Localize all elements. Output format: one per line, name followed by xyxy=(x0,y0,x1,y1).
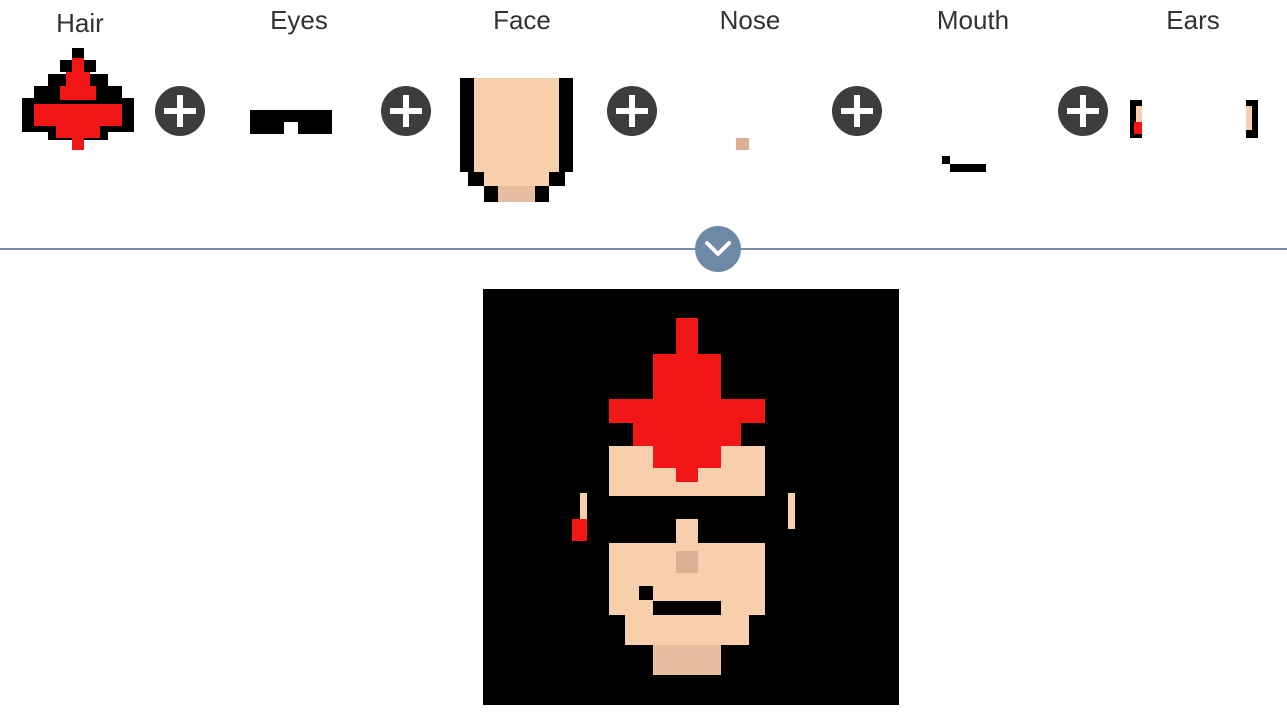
preview-hair-tip1 xyxy=(653,446,721,468)
add-nose-button[interactable] xyxy=(607,86,657,136)
preview-neck xyxy=(653,645,721,675)
preview-chin xyxy=(625,615,749,645)
preview-left-earring xyxy=(572,519,587,541)
add-face-button[interactable] xyxy=(381,86,431,136)
avatar-preview xyxy=(483,289,899,705)
ears-sprite xyxy=(1130,100,1258,138)
add-eyes-button[interactable] xyxy=(155,86,205,136)
preview-hair-wide xyxy=(609,399,765,423)
mouth-part[interactable] xyxy=(942,156,986,172)
section-divider xyxy=(0,248,1287,250)
nose-part[interactable] xyxy=(736,138,749,150)
eyes-sprite xyxy=(250,110,332,134)
mouth-label: Mouth xyxy=(936,5,1010,35)
eyes-part[interactable] xyxy=(250,110,332,134)
ears-label: Ears xyxy=(1166,5,1220,35)
avatar-composite xyxy=(572,318,795,675)
collapse-toggle-button[interactable] xyxy=(695,226,741,272)
ears-part[interactable] xyxy=(1130,100,1258,138)
preview-nose xyxy=(676,551,698,573)
nose-sprite xyxy=(736,138,749,150)
face-part[interactable] xyxy=(460,78,573,204)
preview-right-ear xyxy=(788,493,795,529)
face-sprite xyxy=(460,78,573,202)
preview-mouth xyxy=(653,601,721,615)
preview-hair-mid xyxy=(653,354,721,399)
preview-hair-top xyxy=(676,318,698,354)
preview-hair-tip2 xyxy=(676,468,698,482)
add-ears-button[interactable] xyxy=(1058,86,1108,136)
preview-eye-bridge xyxy=(676,519,698,543)
preview-hair-lower xyxy=(633,423,741,446)
hair-part[interactable] xyxy=(22,48,134,150)
face-label: Face xyxy=(493,5,551,35)
add-mouth-button[interactable] xyxy=(832,86,882,136)
chevron-down-icon xyxy=(705,241,731,256)
nose-label: Nose xyxy=(719,5,781,35)
hair-label: Hair xyxy=(56,8,104,38)
mouth-sprite xyxy=(942,156,986,172)
hair-sprite xyxy=(22,48,134,150)
preview-left-ear xyxy=(580,493,587,519)
eyes-label: Eyes xyxy=(270,5,328,35)
preview-mouth-corner xyxy=(639,586,653,600)
